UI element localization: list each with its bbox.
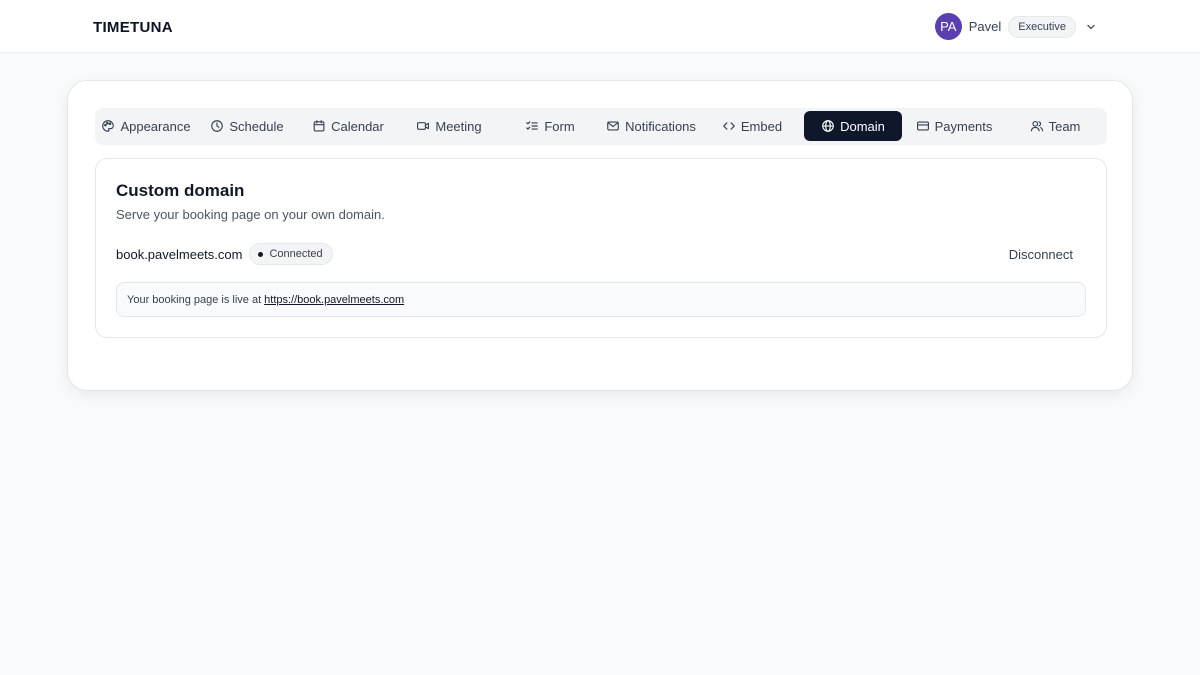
live-notice: Your booking page is live at https://boo… bbox=[116, 282, 1086, 317]
tab-label: Notifications bbox=[625, 118, 696, 134]
tab-notifications[interactable]: Notifications bbox=[602, 111, 700, 141]
top-bar: TIMETUNA PA Pavel Executive bbox=[0, 0, 1200, 53]
live-notice-text: Your booking page is live at bbox=[127, 293, 262, 306]
tab-label: Payments bbox=[934, 118, 993, 134]
tab-payments[interactable]: Payments bbox=[905, 111, 1003, 141]
clock-icon bbox=[211, 120, 224, 132]
credit-card-icon bbox=[916, 121, 929, 131]
status-badge: Connected bbox=[249, 243, 333, 265]
tab-label: Form bbox=[544, 118, 575, 134]
code-icon bbox=[723, 122, 735, 130]
domain-row: book.pavelmeets.com Connected bbox=[116, 243, 333, 265]
domain-name: book.pavelmeets.com bbox=[116, 246, 243, 262]
user-name: Pavel bbox=[968, 19, 1002, 34]
user-menu[interactable]: PA Pavel Executive bbox=[934, 13, 1097, 40]
tab-form[interactable]: Form bbox=[501, 111, 599, 141]
section-title: Custom domain bbox=[116, 181, 245, 200]
globe-icon bbox=[822, 120, 834, 132]
tab-label: Domain bbox=[840, 118, 885, 134]
tab-label: Schedule bbox=[229, 118, 284, 134]
users-icon bbox=[1030, 120, 1043, 132]
tab-label: Meeting bbox=[435, 118, 482, 134]
tab-team[interactable]: Team bbox=[1006, 111, 1104, 141]
mail-icon bbox=[607, 121, 619, 131]
tab-domain[interactable]: Domain bbox=[804, 111, 902, 141]
tab-meeting[interactable]: Meeting bbox=[400, 111, 498, 141]
custom-domain-panel: Custom domain Serve your booking page on… bbox=[95, 158, 1107, 338]
tab-schedule[interactable]: Schedule bbox=[198, 111, 296, 141]
section-description: Serve your booking page on your own doma… bbox=[116, 207, 385, 222]
status-label: Connected bbox=[269, 248, 323, 260]
app-logo[interactable]: TIMETUNA bbox=[93, 19, 173, 36]
plan-badge: Executive bbox=[1008, 15, 1076, 38]
tab-calendar[interactable]: Calendar bbox=[299, 111, 397, 141]
video-icon bbox=[417, 122, 430, 130]
avatar[interactable]: PA bbox=[934, 13, 962, 40]
settings-tabs: Appearance Schedule Calendar Meeting For… bbox=[95, 108, 1107, 145]
settings-card: Appearance Schedule Calendar Meeting For… bbox=[67, 80, 1133, 391]
chevron-down-icon[interactable] bbox=[1085, 21, 1097, 33]
tab-label: Calendar bbox=[331, 118, 384, 134]
tab-appearance[interactable]: Appearance bbox=[97, 111, 195, 141]
tab-label: Embed bbox=[740, 118, 783, 134]
booking-page-link[interactable]: https://book.pavelmeets.com bbox=[264, 294, 404, 306]
tab-embed[interactable]: Embed bbox=[703, 111, 801, 141]
tab-label: Team bbox=[1048, 118, 1081, 134]
disconnect-button[interactable]: Disconnect bbox=[996, 243, 1086, 265]
checklist-icon bbox=[526, 121, 539, 130]
palette-icon bbox=[102, 120, 115, 132]
tab-label: Appearance bbox=[120, 118, 191, 134]
calendar-icon bbox=[313, 120, 325, 132]
status-dot bbox=[258, 251, 264, 257]
